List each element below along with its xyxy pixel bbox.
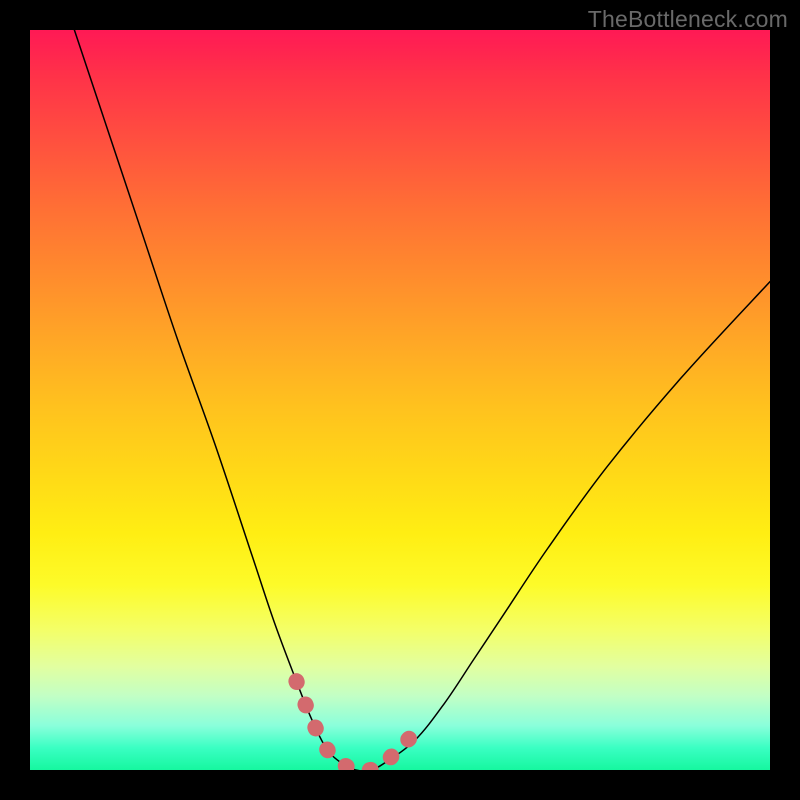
curve-canvas	[30, 30, 770, 770]
watermark-text: TheBottleneck.com	[588, 6, 788, 33]
plot-area	[30, 30, 770, 770]
bottleneck-curve	[74, 30, 770, 770]
highlight-overlay	[296, 681, 414, 770]
chart-frame: TheBottleneck.com	[0, 0, 800, 800]
